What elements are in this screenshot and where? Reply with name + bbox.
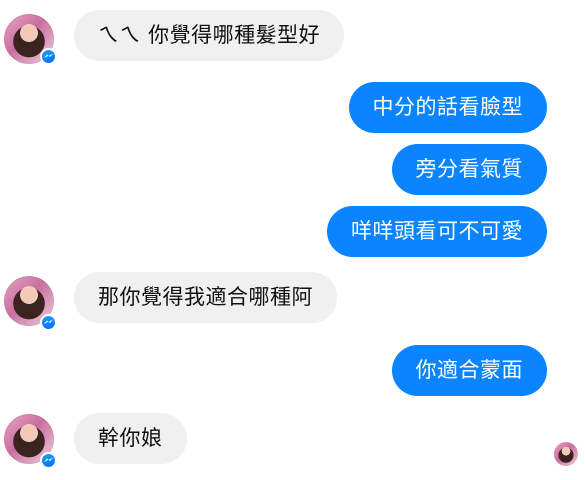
incoming-message[interactable]: 那你覺得我適合哪種阿 (74, 272, 337, 323)
messenger-badge-icon (40, 48, 57, 65)
messenger-badge-icon (40, 452, 57, 469)
outgoing-message[interactable]: 中分的話看臉型 (348, 82, 547, 133)
outgoing-message[interactable]: 你適合蒙面 (391, 345, 547, 396)
chat-thread: ㄟㄟ 你覺得哪種髮型好 中分的話看臉型 旁分看氣質 咩咩頭看可不可愛 那你覺得我… (0, 0, 585, 480)
incoming-message[interactable]: ㄟㄟ 你覺得哪種髮型好 (74, 10, 345, 61)
incoming-message[interactable]: 幹你娘 (74, 413, 187, 464)
outgoing-message[interactable]: 咩咩頭看可不可愛 (327, 206, 547, 257)
seen-avatar (554, 442, 578, 466)
outgoing-message[interactable]: 旁分看氣質 (391, 144, 547, 195)
messenger-badge-icon (40, 314, 57, 331)
